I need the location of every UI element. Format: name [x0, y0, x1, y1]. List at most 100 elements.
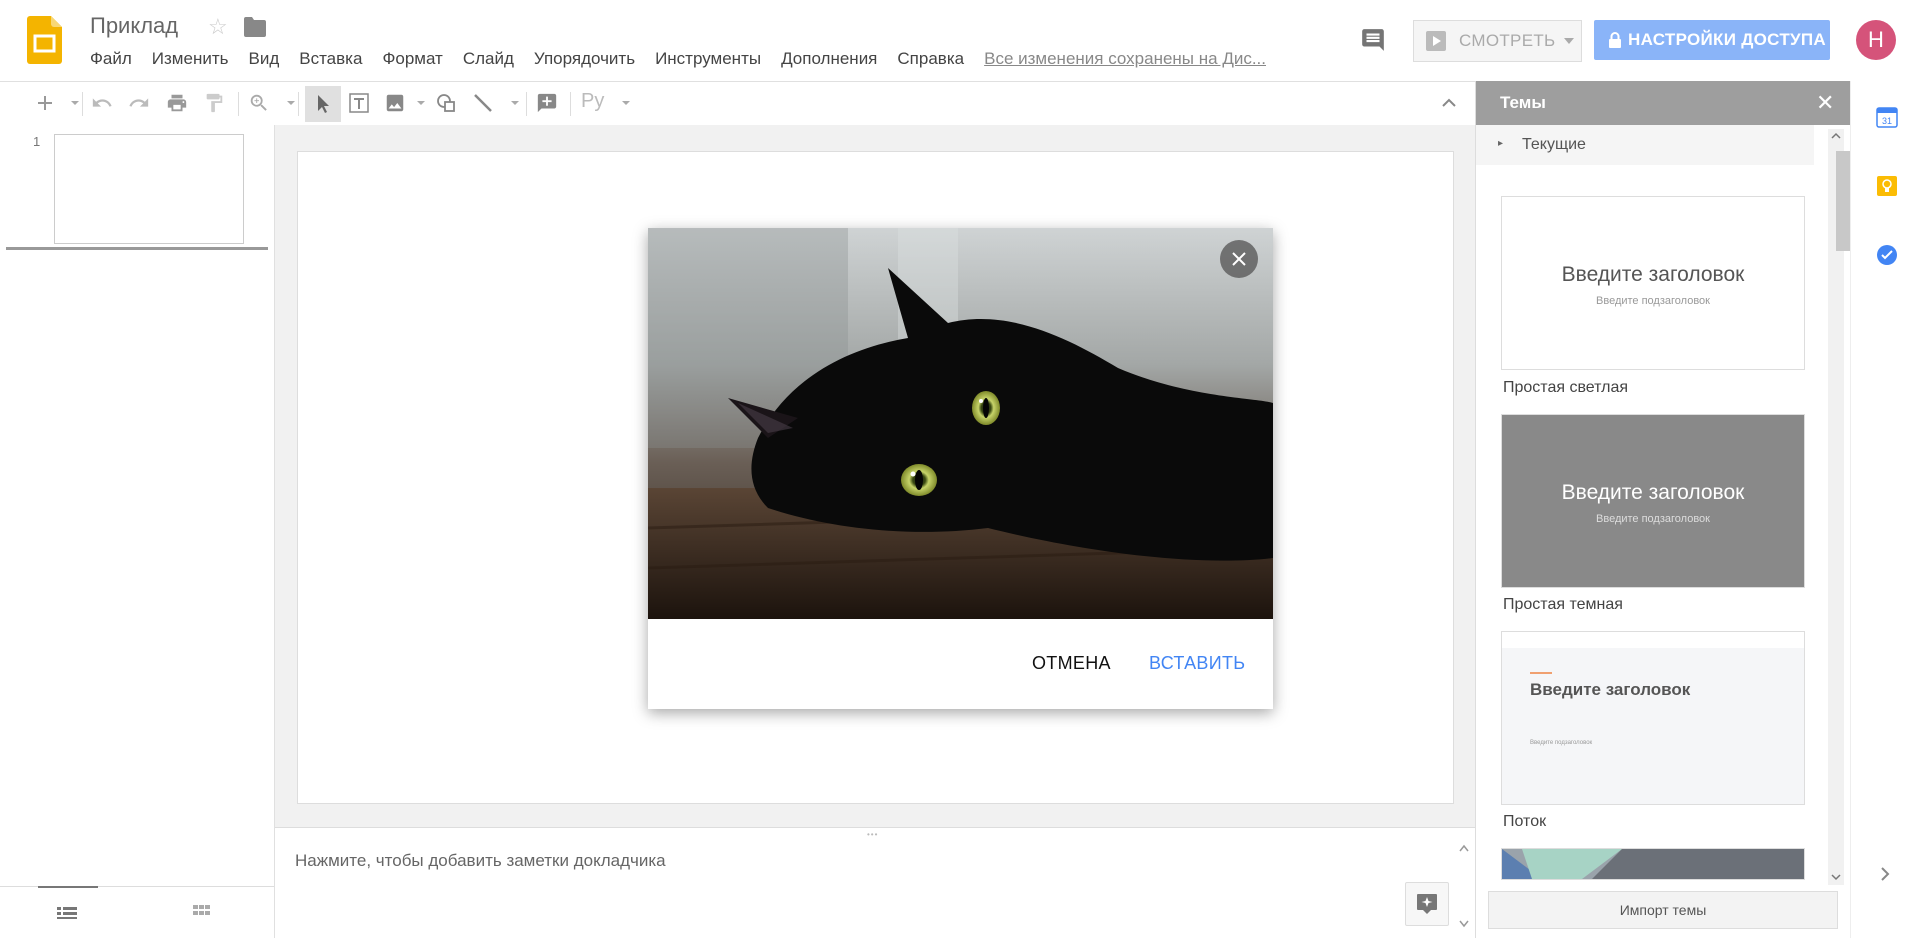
- cursor-icon: [318, 95, 329, 113]
- menu-slide[interactable]: Слайд: [463, 49, 514, 71]
- menu-edit[interactable]: Изменить: [152, 49, 229, 71]
- image-preview-dialog: ОТМЕНА ВСТАВИТЬ: [648, 228, 1273, 709]
- themes-header: Темы ✕: [1476, 81, 1850, 125]
- present-label: СМОТРЕТЬ: [1459, 31, 1556, 50]
- import-theme-button[interactable]: Импорт темы: [1488, 891, 1838, 929]
- menu-file[interactable]: Файл: [90, 49, 132, 71]
- grid-view-button[interactable]: [180, 887, 240, 937]
- paint-format-icon[interactable]: [203, 92, 227, 116]
- comments-icon[interactable]: [1360, 27, 1386, 58]
- add-comment-icon[interactable]: [536, 92, 560, 116]
- new-slide-layout-dropdown-icon[interactable]: [64, 92, 79, 116]
- side-panel-strip: 31: [1850, 81, 1920, 938]
- theme-card-accent: [1530, 672, 1552, 674]
- document-title[interactable]: Приклад: [90, 13, 178, 39]
- expand-side-panel-icon[interactable]: [1879, 866, 1891, 887]
- speaker-notes[interactable]: Нажмите, чтобы добавить заметки докладчи…: [275, 837, 1475, 938]
- close-icon: [1232, 252, 1246, 266]
- new-slide-icon[interactable]: [34, 92, 58, 116]
- print-icon[interactable]: [166, 92, 190, 116]
- line-icon[interactable]: [472, 92, 496, 116]
- menu-addons[interactable]: Дополнения: [781, 49, 877, 71]
- collapse-toolbar-icon[interactable]: [1438, 92, 1462, 116]
- present-dropdown-button[interactable]: [1557, 20, 1582, 62]
- folder-icon[interactable]: [244, 17, 266, 42]
- themes-scrollbar-thumb[interactable]: [1836, 151, 1850, 251]
- tasks-icon[interactable]: [1876, 244, 1898, 266]
- theme-card-title: Введите заголовок: [1561, 263, 1745, 286]
- theme-card-streamline[interactable]: Введите заголовок Введите подзаголовок: [1501, 631, 1805, 805]
- scroll-up-icon[interactable]: [1831, 132, 1841, 140]
- slide-number: 1: [33, 134, 41, 149]
- text-box-icon[interactable]: [348, 92, 372, 116]
- theme-card-geometry: [1502, 849, 1804, 879]
- explore-button[interactable]: [1405, 882, 1449, 926]
- close-themes-icon[interactable]: ✕: [1816, 92, 1834, 114]
- slide-filmstrip: 1: [0, 125, 275, 938]
- theme-card-title: Введите заголовок: [1530, 680, 1691, 699]
- theme-card-subtitle: Введите подзаголовок: [1596, 295, 1710, 307]
- theme-card-subtitle: Введите подзаголовок: [1530, 740, 1593, 746]
- zoom-icon[interactable]: [248, 92, 272, 116]
- current-themes-toggle[interactable]: ▸ Текущие: [1476, 125, 1814, 165]
- menu-view[interactable]: Вид: [248, 49, 279, 71]
- line-dropdown-icon[interactable]: [504, 92, 519, 116]
- theme-card-topbar: [1502, 632, 1804, 648]
- theme-name: Простая светлая: [1503, 379, 1629, 396]
- current-themes-label: Текущие: [1522, 136, 1586, 153]
- theme-card-partial[interactable]: [1501, 848, 1805, 880]
- image-dropdown-icon[interactable]: [410, 92, 425, 116]
- star-icon[interactable]: ☆: [208, 14, 228, 40]
- lock-icon: [1609, 32, 1621, 48]
- undo-icon[interactable]: [91, 92, 115, 116]
- theme-name: Поток: [1503, 813, 1547, 830]
- filmstrip-divider: [6, 247, 268, 250]
- menu-format[interactable]: Формат: [382, 49, 442, 71]
- play-icon: [1426, 31, 1446, 51]
- slide-thumbnail[interactable]: [54, 134, 244, 244]
- theme-name: Простая темная: [1503, 596, 1623, 613]
- menu-bar: Файл Изменить Вид Вставка Формат Слайд У…: [90, 49, 1286, 71]
- zoom-dropdown-icon[interactable]: [280, 92, 295, 116]
- save-status-link[interactable]: Все изменения сохранены на Дис...: [984, 49, 1266, 71]
- grid-view-icon: [193, 905, 210, 915]
- theme-card-simple-light[interactable]: Введите заголовок Введите подзаголовок: [1501, 196, 1805, 370]
- app-header: Приклад ☆ Файл Изменить Вид Вставка Форм…: [0, 0, 1920, 80]
- themes-panel: Темы ✕ ▸ Текущие Введите заголовок Введи…: [1475, 81, 1850, 938]
- menu-help[interactable]: Справка: [897, 49, 964, 71]
- redo-icon[interactable]: [128, 92, 152, 116]
- shape-icon[interactable]: [435, 92, 459, 116]
- calendar-day: 31: [1882, 116, 1892, 126]
- share-label: НАСТРОЙКИ ДОСТУПА: [1628, 30, 1826, 49]
- calendar-icon[interactable]: 31: [1876, 106, 1898, 128]
- themes-title: Темы: [1500, 93, 1546, 112]
- keep-icon[interactable]: [1876, 175, 1898, 197]
- menu-tools[interactable]: Инструменты: [655, 49, 761, 71]
- triangle-right-icon: ▸: [1498, 138, 1504, 149]
- toolbar-divider: [570, 92, 571, 116]
- select-tool-button[interactable]: [305, 86, 341, 122]
- scroll-down-icon[interactable]: [1831, 873, 1841, 881]
- toolbar-divider: [238, 92, 239, 116]
- image-icon[interactable]: [384, 92, 408, 116]
- notes-scrollbar[interactable]: [1458, 841, 1470, 931]
- input-tools-dropdown-icon[interactable]: [615, 92, 630, 116]
- account-avatar[interactable]: Н: [1856, 20, 1896, 60]
- present-button[interactable]: СМОТРЕТЬ: [1413, 20, 1559, 62]
- menu-insert[interactable]: Вставка: [299, 49, 362, 71]
- filmstrip-view-icon: [57, 907, 77, 919]
- close-photo-button[interactable]: [1220, 240, 1258, 278]
- menu-arrange[interactable]: Упорядочить: [534, 49, 635, 71]
- share-button[interactable]: НАСТРОЙКИ ДОСТУПА: [1594, 20, 1830, 60]
- toolbar-divider: [526, 92, 527, 116]
- theme-card-title: Введите заголовок: [1561, 481, 1745, 504]
- cancel-button[interactable]: ОТМЕНА: [1032, 653, 1111, 674]
- explore-icon: [1417, 894, 1437, 914]
- slides-logo-icon[interactable]: [27, 16, 62, 64]
- insert-button[interactable]: ВСТАВИТЬ: [1149, 653, 1245, 674]
- view-toggle: [0, 886, 274, 939]
- toolbar: Ру: [0, 81, 1475, 126]
- chevron-down-icon: [1564, 38, 1574, 44]
- theme-card-simple-dark[interactable]: Введите заголовок Введите подзаголовок: [1501, 414, 1805, 588]
- filmstrip-view-button[interactable]: [38, 886, 98, 940]
